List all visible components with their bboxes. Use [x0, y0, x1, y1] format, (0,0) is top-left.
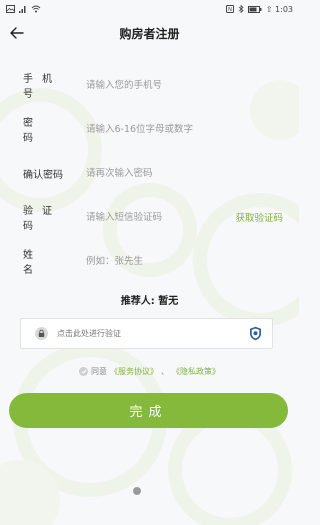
bluetooth-icon	[238, 5, 244, 13]
shield-icon	[250, 326, 261, 341]
phone-input[interactable]	[86, 75, 285, 95]
page-title: 购房者注册	[119, 26, 180, 41]
phone-label-text: 手机号	[23, 74, 61, 100]
privacy-policy-link[interactable]: 《隐私政策》	[172, 366, 220, 377]
wifi-icon	[31, 5, 41, 13]
agree-checkbox[interactable]	[79, 367, 88, 376]
name-label: 姓名	[23, 246, 73, 276]
check-icon	[80, 369, 87, 374]
service-agreement-link[interactable]: 《服务协议》	[110, 366, 158, 377]
nav-bar: 购房者注册	[0, 18, 299, 48]
name-row: 姓名	[0, 239, 299, 283]
agreement-row: 同意 《服务协议》 、 《隐私政策》	[0, 366, 299, 377]
agree-prefix: 同意	[91, 367, 107, 376]
home-indicator[interactable]	[133, 487, 141, 495]
name-label-text: 姓名	[23, 250, 57, 276]
phone-label: 手机号	[23, 70, 73, 100]
back-button[interactable]	[6, 22, 28, 44]
phone-row: 手机号	[0, 63, 299, 107]
password-input[interactable]	[86, 119, 285, 139]
battery-icon	[247, 5, 262, 13]
confirm-password-row: 确认密码	[0, 151, 299, 195]
submit-button[interactable]: 完成	[9, 393, 288, 428]
status-time: ⇧ 1:03	[265, 4, 293, 14]
captcha-verify-button[interactable]: 点击此处进行验证	[20, 318, 273, 349]
password-label-text: 密码	[23, 118, 57, 144]
nfc-icon: N	[225, 5, 234, 13]
captcha-verify-text: 点击此处进行验证	[57, 329, 121, 338]
agree-separator: 、	[161, 367, 169, 376]
password-label: 密码	[23, 114, 73, 144]
arrow-left-icon	[10, 27, 24, 39]
code-label-text: 验证码	[23, 206, 61, 232]
get-code-button[interactable]: 获取验证码	[235, 210, 283, 224]
confirm-password-label: 确认密码	[23, 169, 63, 181]
name-input[interactable]	[86, 251, 285, 271]
lock-icon	[35, 327, 48, 340]
code-row: 验证码 获取验证码	[0, 195, 299, 239]
referrer-text: 推荐人: 暂无	[120, 296, 179, 307]
signal-icon	[19, 6, 26, 13]
code-label: 验证码	[23, 202, 73, 232]
confirm-password-input[interactable]	[86, 163, 285, 183]
image-icon	[6, 5, 15, 13]
registration-form: 手机号 密码 确认密码 验证码 获取验证码 姓名	[0, 63, 299, 283]
status-bar: N ⇧ 1:03	[0, 0, 299, 18]
password-row: 密码	[0, 107, 299, 151]
code-input[interactable]	[86, 207, 209, 227]
svg-text:N: N	[228, 7, 232, 13]
